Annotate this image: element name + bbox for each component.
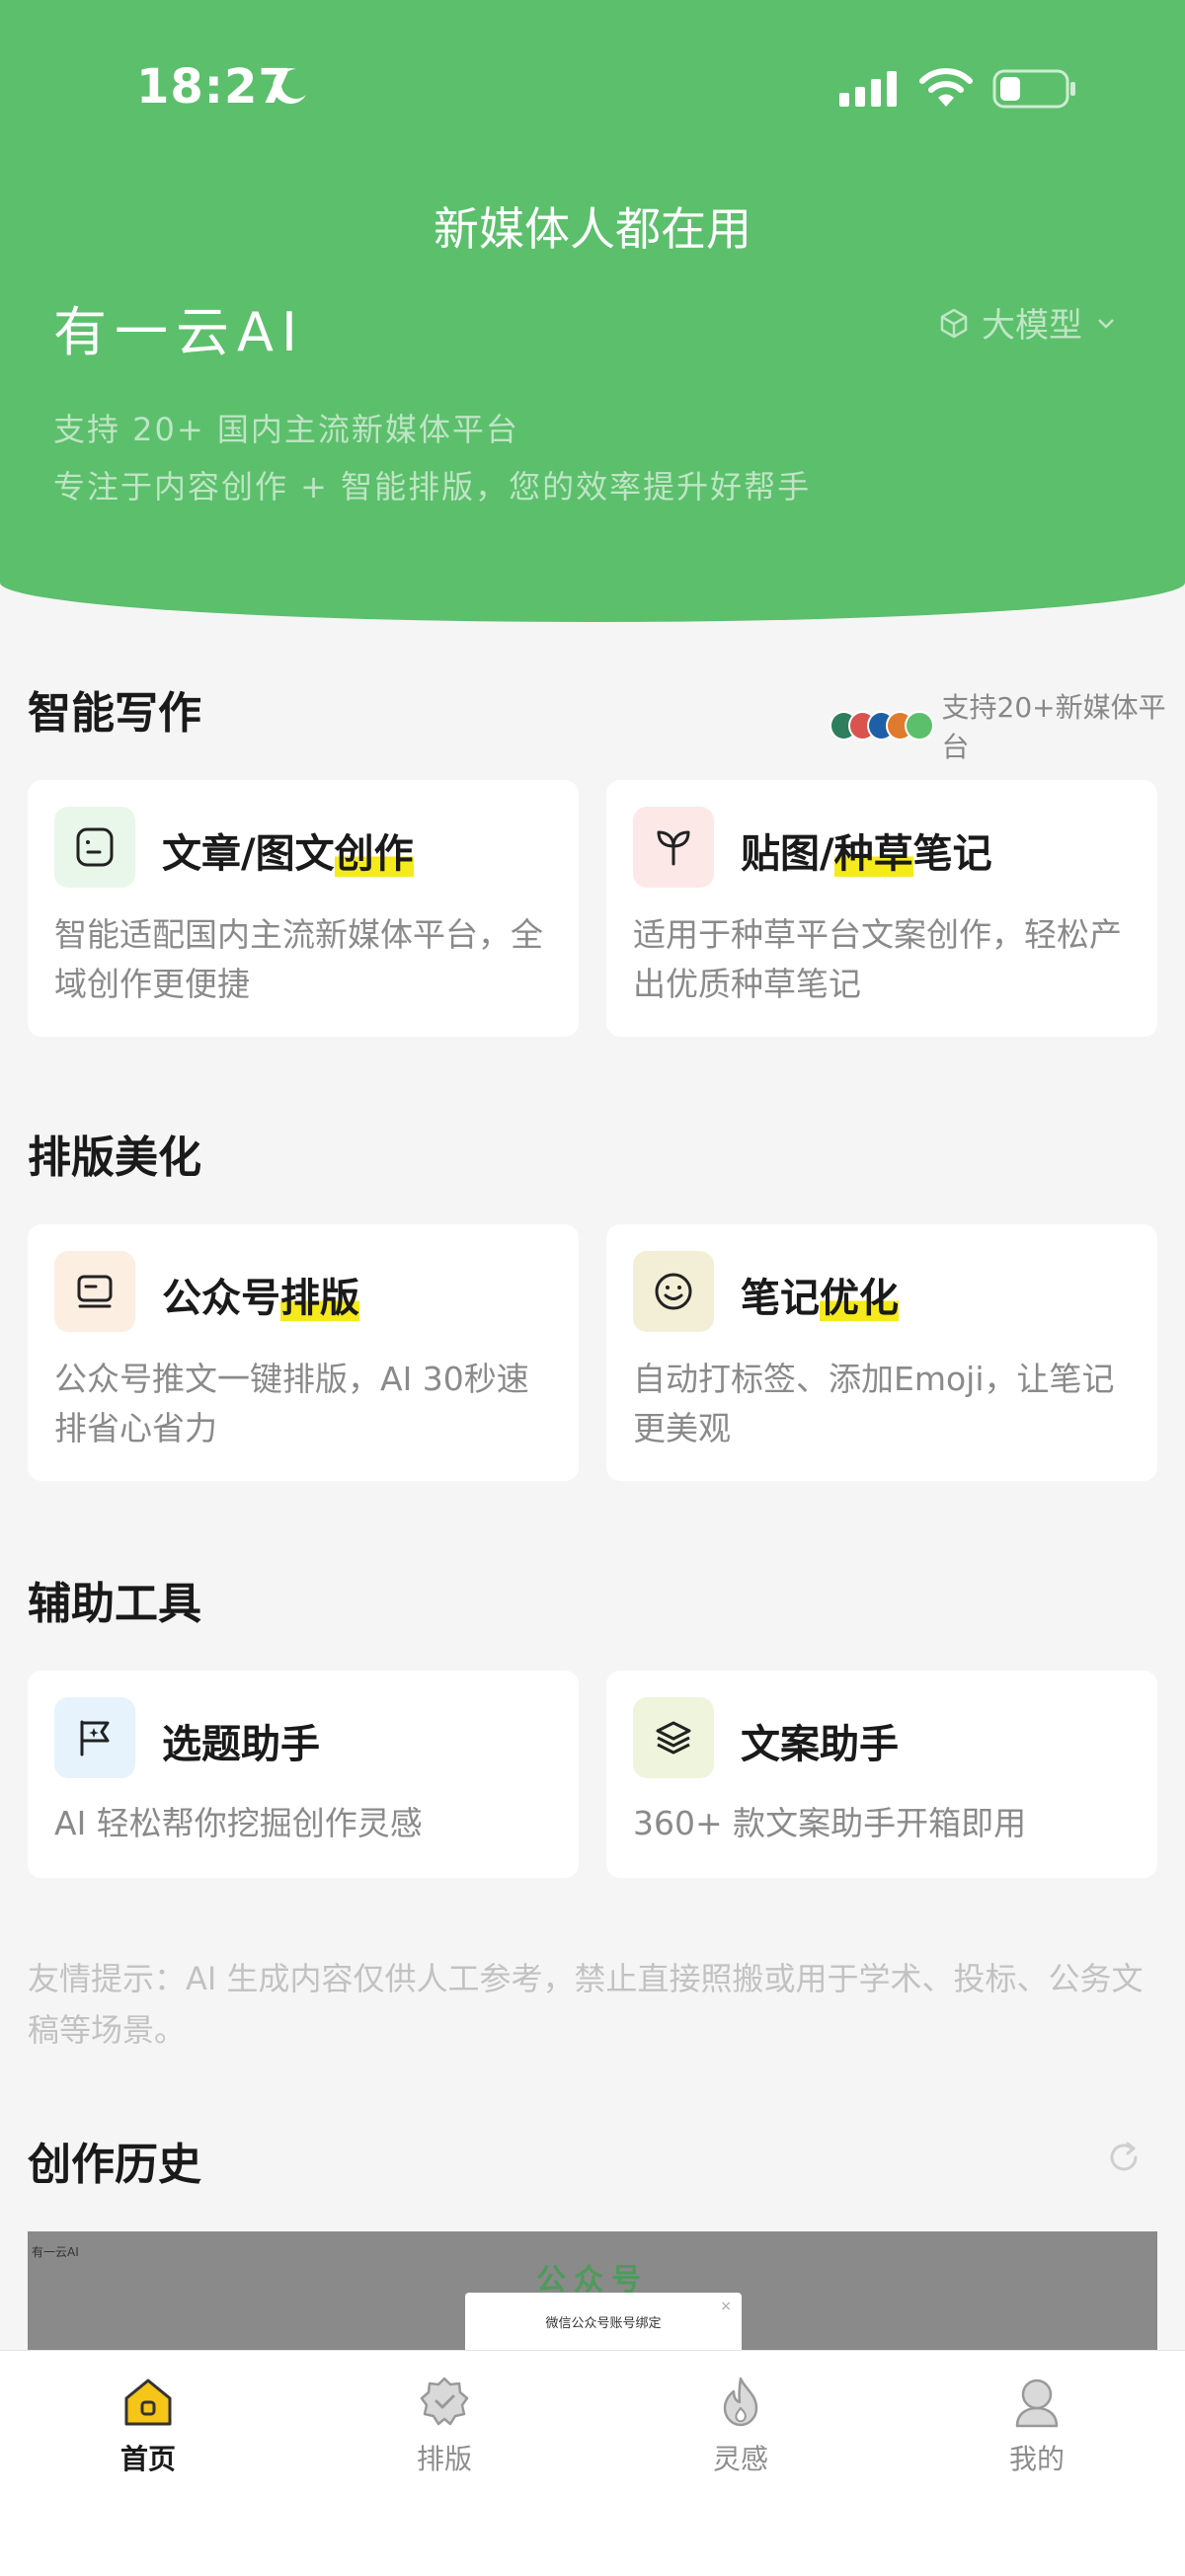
- smiley-icon: [633, 1251, 714, 1332]
- section-title-layout: 排版美化: [28, 1132, 201, 1183]
- bottom-tab-bar: 首页 排版 灵感 我的: [0, 2350, 1185, 2576]
- sprout-icon: [633, 807, 714, 888]
- card-copywriting-assistant[interactable]: 文案助手 360+ 款文案助手开箱即用: [606, 1671, 1157, 1878]
- badge-check-icon: [420, 2377, 469, 2426]
- header-banner: 18:27 新媒体人都在用 有一云AI 大模型 支持 20+ 国内主流新媒体平台…: [0, 0, 1185, 622]
- tab-label: 灵感: [712, 2443, 768, 2475]
- tab-inspiration[interactable]: 灵感: [642, 2373, 839, 2477]
- card-topic-assistant[interactable]: 选题助手 AI 轻松帮你挖掘创作灵感: [28, 1671, 579, 1878]
- card-desc: AI 轻松帮你挖掘创作灵感: [54, 1804, 423, 1842]
- platform-avatar: [905, 711, 934, 741]
- preview-dialog-title: 微信公众号账号绑定: [545, 2316, 662, 2331]
- moon-icon: [273, 68, 306, 105]
- doc-face-icon: [54, 807, 135, 888]
- brand-title: 有一云AI: [53, 301, 305, 363]
- card-title: 公众号排版: [162, 1276, 359, 1321]
- flame-icon: [723, 2377, 758, 2427]
- platform-support-label: 支持20+新媒体平台: [941, 691, 1166, 763]
- card-title: 贴图/种草笔记: [741, 831, 992, 877]
- tab-label: 排版: [416, 2443, 472, 2475]
- disclaimer-notice: 友情提示：AI 生成内容仅供人工参考，禁止直接照搬或用于学术、投标、公务文稿等场…: [28, 1960, 1144, 2049]
- card-official-account-layout[interactable]: 公众号排版 公众号推文一键排版，AI 30秒速排省心省力: [28, 1224, 579, 1481]
- cellular-signal-icon: [839, 71, 897, 107]
- tab-label: 首页: [119, 2443, 176, 2475]
- platform-support-badge[interactable]: 支持20+新媒体平台: [830, 686, 1185, 765]
- card-desc: 公众号推文一键排版，AI 30秒速排省心省力: [54, 1360, 529, 1447]
- card-title: 文案助手: [741, 1722, 899, 1767]
- card-title: 笔记优化: [741, 1276, 899, 1321]
- card-desc: 智能适配国内主流新媒体平台，全域创作更便捷: [54, 915, 543, 1003]
- card-title: 文章/图文创作: [162, 831, 414, 877]
- card-desc: 360+ 款文案助手开箱即用: [633, 1804, 1027, 1842]
- history-item-preview[interactable]: 有一云AI 公众号 × 微信公众号账号绑定: [28, 2231, 1157, 2350]
- tab-label: 我的: [1008, 2443, 1065, 2475]
- card-desc: 自动打标签、添加Emoji，让笔记更美观: [633, 1360, 1115, 1447]
- tab-home[interactable]: 首页: [49, 2373, 247, 2477]
- card-article-creation[interactable]: 文章/图文创作 智能适配国内主流新媒体平台，全域创作更便捷: [28, 780, 579, 1037]
- section-title-writing: 智能写作: [28, 688, 201, 739]
- user-icon: [1015, 2379, 1059, 2428]
- model-selector-label: 大模型: [982, 306, 1082, 346]
- card-seeding-notes[interactable]: 贴图/种草笔记 适用于种草平台文案创作，轻松产出优质种草笔记: [606, 780, 1157, 1037]
- chevron-down-icon: [1098, 318, 1114, 329]
- status-bar: 18:27: [0, 57, 1185, 117]
- header-desc-line2: 专注于内容创作 + 智能排版，您的效率提升好帮手: [53, 468, 812, 506]
- section-title-tools: 辅助工具: [28, 1579, 201, 1629]
- tab-layout[interactable]: 排版: [346, 2373, 543, 2477]
- cube-icon: [940, 308, 968, 338]
- home-icon: [124, 2379, 172, 2426]
- card-title: 选题助手: [162, 1722, 320, 1767]
- section-title-history: 创作历史: [28, 2140, 201, 2190]
- tab-profile[interactable]: 我的: [938, 2373, 1136, 2477]
- flag-sparkle-icon: [54, 1697, 135, 1778]
- model-selector[interactable]: 大模型: [938, 298, 1118, 347]
- battery-icon: [992, 69, 1075, 109]
- preview-dialog: × 微信公众号账号绑定: [465, 2293, 742, 2350]
- card-desc: 适用于种草平台文案创作，轻松产出优质种草笔记: [633, 915, 1122, 1003]
- card-note-optimize[interactable]: 笔记优化 自动打标签、添加Emoji，让笔记更美观: [606, 1224, 1157, 1481]
- refresh-icon[interactable]: [1104, 2138, 1144, 2177]
- layers-icon: [633, 1697, 714, 1778]
- header-desc-line1: 支持 20+ 国内主流新媒体平台: [53, 411, 519, 448]
- wifi-icon: [919, 68, 973, 107]
- monitor-icon: [54, 1251, 135, 1332]
- header-slogan: 新媒体人都在用: [434, 202, 751, 256]
